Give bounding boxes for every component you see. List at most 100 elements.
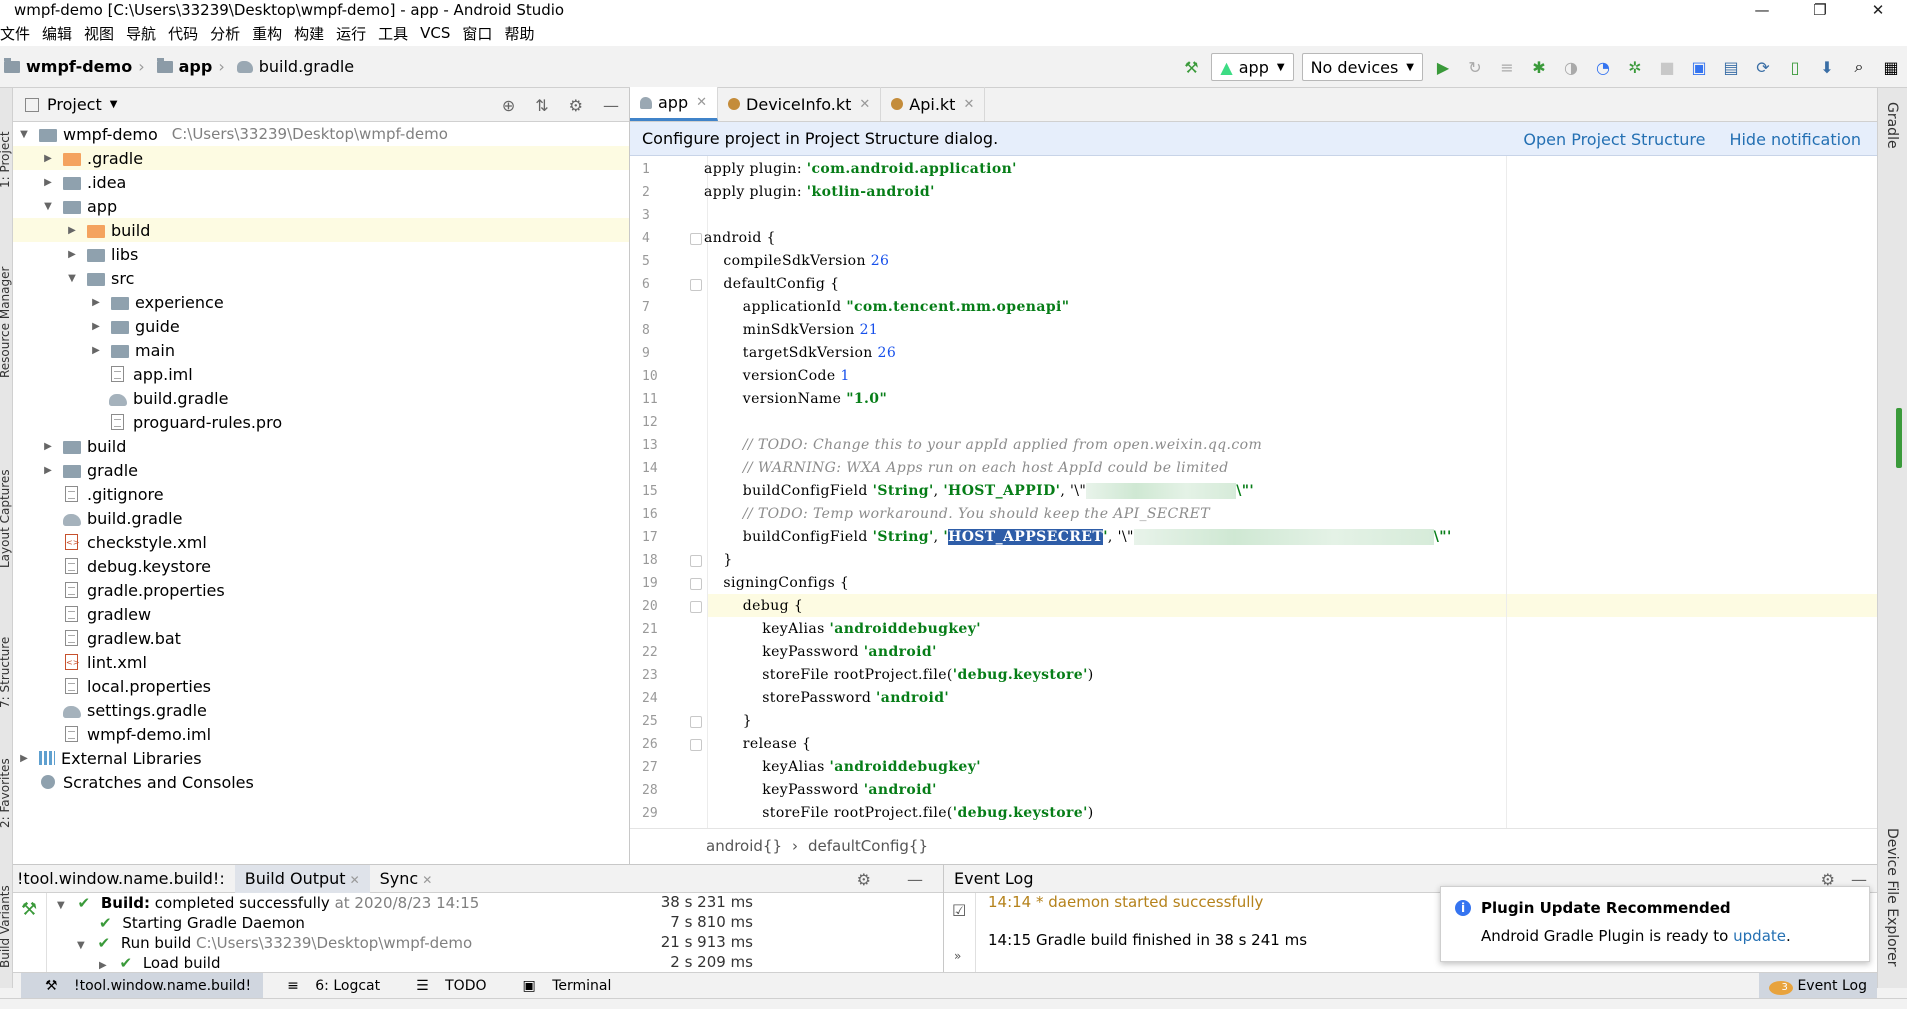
build-row[interactable]: ▼ ✔ Build: completed successfully at 202… <box>57 893 479 913</box>
collapse-arrow-icon[interactable]: ▶ <box>41 441 55 452</box>
hide-notification-link[interactable]: Hide notification <box>1729 130 1861 149</box>
run-icon[interactable]: ▶ <box>1433 57 1453 77</box>
stop-icon[interactable]: ■ <box>1657 57 1677 77</box>
debug-icon[interactable]: ✱ <box>1529 57 1549 77</box>
tree-item[interactable]: ▶ .gradle <box>13 146 629 170</box>
fold-marker-icon[interactable] <box>690 279 702 291</box>
menu-file[interactable]: 文件 <box>0 23 36 44</box>
toolstrip-build[interactable]: ⚒ !tool.window.name.build! <box>21 972 264 999</box>
expand-arrow-icon[interactable]: ▼ <box>17 129 31 140</box>
stripe-layout-captures[interactable]: Layout Captures <box>0 469 12 568</box>
tree-item[interactable]: settings.gradle <box>13 698 629 722</box>
tree-item[interactable]: checkstyle.xml <box>13 530 629 554</box>
menu-build[interactable]: 构建 <box>288 23 330 44</box>
fold-marker-icon[interactable] <box>690 601 702 613</box>
make-project-hammer-icon[interactable]: ⚒ <box>1181 57 1201 77</box>
breadcrumb-file[interactable]: build.gradle <box>231 57 360 76</box>
tree-item[interactable]: ▼ wmpf-demo C:\Users\33239\Desktop\wmpf-… <box>13 122 629 146</box>
tab-sync[interactable]: Sync ✕ <box>370 869 443 888</box>
stripe-favorites[interactable]: 2: Favorites <box>0 758 12 828</box>
expand-arrow-icon[interactable]: ▼ <box>77 940 85 951</box>
stripe-project[interactable]: 1: Project <box>0 131 12 188</box>
stripe-gradle[interactable]: Gradle <box>1884 102 1900 149</box>
locate-icon[interactable]: ⊕ <box>502 96 515 115</box>
menu-help[interactable]: 帮助 <box>498 23 540 44</box>
gradle-sync-icon[interactable]: ⟳ <box>1753 57 1773 77</box>
tree-item[interactable]: ▶ experience <box>13 290 629 314</box>
tree-item[interactable]: ▶ libs <box>13 242 629 266</box>
tree-item[interactable]: ▶ build <box>13 218 629 242</box>
chevron-down-icon[interactable]: ▼ <box>110 99 118 110</box>
project-view-select[interactable]: Project <box>47 95 102 114</box>
close-button[interactable]: ✕ <box>1849 0 1907 20</box>
gear-icon[interactable]: ⚙ <box>847 870 881 889</box>
gear-icon[interactable]: ⚙ <box>569 96 583 115</box>
menu-vcs[interactable]: VCS <box>414 24 456 42</box>
collapse-all-icon[interactable]: ⇅ <box>535 96 548 115</box>
tree-item[interactable]: Scratches and Consoles <box>13 770 629 794</box>
stripe-structure[interactable]: 7: Structure <box>0 637 12 708</box>
update-link[interactable]: update <box>1733 927 1786 945</box>
minimize-button[interactable]: — <box>1733 0 1791 20</box>
close-icon[interactable]: ✕ <box>963 97 974 112</box>
menu-navigate[interactable]: 导航 <box>120 23 162 44</box>
menu-analyze[interactable]: 分析 <box>204 23 246 44</box>
close-icon[interactable]: ✕ <box>696 95 707 110</box>
tree-item[interactable]: wmpf-demo.iml <box>13 722 629 746</box>
plugin-update-balloon[interactable]: i Plugin Update Recommended Android Grad… <box>1440 886 1870 962</box>
profile-icon[interactable]: ◔ <box>1593 57 1613 77</box>
breadcrumb-module[interactable]: app › <box>151 57 231 76</box>
build-row[interactable]: ✔ Starting Gradle Daemon <box>99 913 305 933</box>
menu-edit[interactable]: 编辑 <box>36 23 78 44</box>
menu-code[interactable]: 代码 <box>162 23 204 44</box>
tree-item[interactable]: app.iml <box>13 362 629 386</box>
search-icon[interactable]: ⌕ <box>1849 57 1869 77</box>
collapse-arrow-icon[interactable]: ▶ <box>41 177 55 188</box>
collapse-arrow-icon[interactable]: ▶ <box>17 753 31 764</box>
tree-item[interactable]: lint.xml <box>13 650 629 674</box>
menu-run[interactable]: 运行 <box>330 23 372 44</box>
hide-icon[interactable]: — <box>603 96 619 115</box>
assistant-icon[interactable]: ▦ <box>1881 57 1901 77</box>
fold-marker-icon[interactable] <box>690 578 702 590</box>
collapse-arrow-icon[interactable]: ▶ <box>41 153 55 164</box>
code-breadcrumb-item[interactable]: defaultConfig{} <box>808 837 928 855</box>
apply-code-changes-icon[interactable]: ≡ <box>1497 57 1517 77</box>
hide-icon[interactable]: — <box>897 870 933 889</box>
collapse-arrow-icon[interactable]: ▶ <box>41 465 55 476</box>
tree-item[interactable]: ▶ main <box>13 338 629 362</box>
run-config-select[interactable]: ▲ app ▼ <box>1211 53 1294 81</box>
stripe-build-variants[interactable]: Build Variants <box>0 885 12 968</box>
maximize-button[interactable]: ❐ <box>1791 0 1849 20</box>
stripe-resource-manager[interactable]: Resource Manager <box>0 267 12 378</box>
menu-tools[interactable]: 工具 <box>372 23 414 44</box>
hammer-icon[interactable]: ⚒ <box>21 899 37 920</box>
collapse-arrow-icon[interactable]: ▶ <box>89 297 103 308</box>
avd-manager-icon[interactable]: ▯ <box>1785 57 1805 77</box>
close-icon[interactable]: ✕ <box>350 873 360 887</box>
menu-refactor[interactable]: 重构 <box>246 23 288 44</box>
build-row[interactable]: ▼ ✔ Run build C:\Users\33239\Desktop\wmp… <box>77 933 472 953</box>
tab-build-output[interactable]: Build Output ✕ <box>234 864 370 893</box>
breadcrumb-project[interactable]: wmpf-demo › <box>0 57 151 76</box>
code-breadcrumb-item[interactable]: android{} <box>706 837 782 855</box>
tree-item[interactable]: gradlew.bat <box>13 626 629 650</box>
tree-item[interactable]: gradle.properties <box>13 578 629 602</box>
apply-changes-icon[interactable]: ↻ <box>1465 57 1485 77</box>
collapse-arrow-icon[interactable]: ▶ <box>89 321 103 332</box>
mark-read-icon[interactable]: ☑ <box>952 901 966 920</box>
tab-deviceinfo[interactable]: DeviceInfo.kt ✕ <box>718 87 882 121</box>
toolstrip-logcat[interactable]: ≡ 6: Logcat <box>263 978 392 994</box>
tree-item[interactable]: ▶ build <box>13 434 629 458</box>
collapse-arrow-icon[interactable]: ▶ <box>65 225 79 236</box>
attach-debugger-icon[interactable]: ◑ <box>1561 57 1581 77</box>
expand-arrow-icon[interactable]: ▼ <box>57 900 65 911</box>
stripe-device-file-explorer[interactable]: Device File Explorer <box>1884 828 1900 967</box>
more-icon[interactable]: » <box>954 949 961 963</box>
project-structure-icon[interactable]: ▣ <box>1689 57 1709 77</box>
collapse-arrow-icon[interactable]: ▶ <box>99 960 107 971</box>
tab-app[interactable]: app ✕ <box>630 87 719 121</box>
tree-item[interactable]: ▼ app <box>13 194 629 218</box>
layout-inspector-icon[interactable]: ▤ <box>1721 57 1741 77</box>
tree-item[interactable]: gradlew <box>13 602 629 626</box>
